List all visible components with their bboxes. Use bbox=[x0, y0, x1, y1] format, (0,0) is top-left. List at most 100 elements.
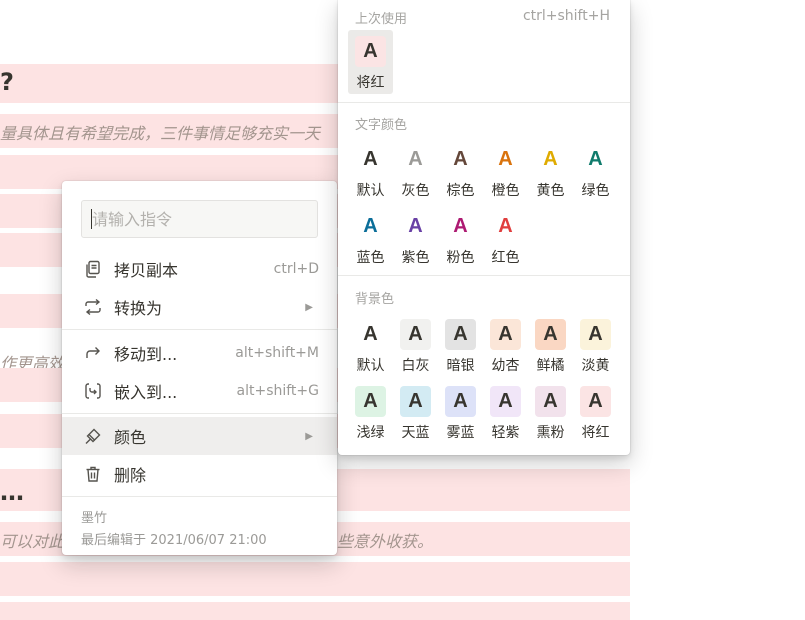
heading-fragment: … bbox=[0, 478, 24, 506]
color-preview-letter: A bbox=[498, 215, 513, 237]
color-name-label: 暗银 bbox=[446, 358, 475, 374]
color-submenu: 上次使用 ctrl+shift+H 文字颜色 背景色 A 将红 A 默认 A 灰色 A 棕色 A… bbox=[338, 0, 630, 455]
color-preview-letter: A bbox=[445, 386, 476, 417]
panel-divider bbox=[338, 102, 630, 103]
color-swatch-bg-1[interactable]: A 白灰 bbox=[393, 313, 438, 377]
embed-icon bbox=[82, 380, 104, 402]
color-swatch-recent-0[interactable]: A 将红 bbox=[348, 30, 393, 94]
italic-paragraph-fragment: 量具体且有希望完成，三件事情足够充实一天 bbox=[0, 124, 321, 143]
duplicate-menu-item[interactable]: 拷贝副本 ctrl+D bbox=[62, 250, 337, 288]
turn-into-menu-item[interactable]: 转换为 ▶ bbox=[62, 288, 337, 326]
color-swatch-bg-8[interactable]: A 雾蓝 bbox=[438, 380, 483, 444]
background-colors-label: 背景色 bbox=[355, 292, 395, 307]
menu-item-label: 颜色 bbox=[114, 428, 147, 447]
text-caret bbox=[91, 209, 92, 229]
color-swatch-bg-7[interactable]: A 天蓝 bbox=[393, 380, 438, 444]
color-swatch-bg-4[interactable]: A 鲜橘 bbox=[528, 313, 573, 377]
color-swatch-text-1[interactable]: A 灰色 bbox=[393, 138, 438, 202]
color-preview-letter: A bbox=[445, 319, 476, 350]
heading-fragment: ? bbox=[0, 68, 14, 96]
delete-menu-item[interactable]: 删除 bbox=[62, 455, 337, 493]
color-swatch-bg-2[interactable]: A 暗银 bbox=[438, 313, 483, 377]
color-name-label: 默认 bbox=[356, 358, 385, 374]
color-name-label: 蓝色 bbox=[356, 250, 385, 266]
paintbrush-icon bbox=[82, 425, 104, 447]
copy-icon bbox=[82, 258, 104, 280]
color-name-label: 幼杏 bbox=[491, 358, 520, 374]
submenu-arrow-icon: ▶ bbox=[305, 430, 313, 442]
color-preview-letter: A bbox=[498, 148, 513, 170]
menu-item-label: 移动到... bbox=[114, 345, 178, 364]
convert-icon bbox=[82, 296, 104, 318]
color-preview-letter: A bbox=[490, 386, 521, 417]
color-menu-item[interactable]: 颜色 ▶ bbox=[62, 417, 337, 455]
color-swatch-text-9[interactable]: A 红色 bbox=[483, 205, 528, 269]
embed-to-menu-item[interactable]: 嵌入到... alt+shift+G bbox=[62, 372, 337, 410]
panel-divider bbox=[338, 275, 630, 276]
menu-item-label: 嵌入到... bbox=[114, 383, 178, 402]
color-preview-letter: A bbox=[580, 319, 611, 350]
color-name-label: 橙色 bbox=[491, 183, 520, 199]
color-swatch-text-3[interactable]: A 橙色 bbox=[483, 138, 528, 202]
color-swatch-text-0[interactable]: A 默认 bbox=[348, 138, 393, 202]
color-preview-letter: A bbox=[453, 215, 468, 237]
text-colors-label: 文字颜色 bbox=[355, 118, 408, 133]
color-preview-letter: A bbox=[363, 215, 378, 237]
color-name-label: 紫色 bbox=[401, 250, 430, 266]
color-preview-letter: A bbox=[588, 148, 603, 170]
color-swatch-bg-10[interactable]: A 熏粉 bbox=[528, 380, 573, 444]
color-name-label: 天蓝 bbox=[401, 425, 430, 441]
color-name-label: 鲜橘 bbox=[536, 358, 565, 374]
color-name-label: 雾蓝 bbox=[446, 425, 475, 441]
color-swatch-text-2[interactable]: A 棕色 bbox=[438, 138, 483, 202]
color-preview-letter: A bbox=[355, 36, 386, 67]
color-preview-letter: A bbox=[400, 386, 431, 417]
menu-item-label: 删除 bbox=[114, 466, 147, 485]
color-swatch-bg-0[interactable]: A 默认 bbox=[348, 313, 393, 377]
menu-item-shortcut: ctrl+D bbox=[273, 261, 319, 277]
color-preview-letter: A bbox=[363, 148, 378, 170]
italic-paragraph-fragment-end: 些意外收获。 bbox=[337, 532, 434, 551]
trash-icon bbox=[82, 463, 104, 485]
color-name-label: 浅绿 bbox=[356, 425, 385, 441]
color-name-label: 将红 bbox=[581, 425, 610, 441]
italic-paragraph-fragment: 可以对此 bbox=[0, 532, 62, 551]
color-preview-letter: A bbox=[400, 319, 431, 350]
color-name-label: 绿色 bbox=[581, 183, 610, 199]
color-preview-letter: A bbox=[408, 148, 423, 170]
color-name-label: 棕色 bbox=[446, 183, 475, 199]
move-arrow-icon bbox=[82, 342, 104, 364]
menu-divider bbox=[62, 329, 337, 330]
color-swatch-bg-5[interactable]: A 淡黄 bbox=[573, 313, 618, 377]
menu-item-label: 转换为 bbox=[114, 299, 163, 318]
color-swatch-bg-11[interactable]: A 将红 bbox=[573, 380, 618, 444]
submenu-arrow-icon: ▶ bbox=[305, 301, 313, 313]
command-search-input[interactable] bbox=[81, 200, 318, 238]
color-swatch-text-8[interactable]: A 粉色 bbox=[438, 205, 483, 269]
color-name-label: 淡黄 bbox=[581, 358, 610, 374]
color-swatch-text-7[interactable]: A 紫色 bbox=[393, 205, 438, 269]
paragraph-block bbox=[0, 562, 630, 596]
color-swatch-text-5[interactable]: A 绿色 bbox=[573, 138, 618, 202]
menu-divider bbox=[62, 413, 337, 414]
color-swatch-text-4[interactable]: A 黄色 bbox=[528, 138, 573, 202]
color-swatch-bg-9[interactable]: A 轻紫 bbox=[483, 380, 528, 444]
color-preview-letter: A bbox=[490, 319, 521, 350]
color-preview-letter: A bbox=[543, 148, 558, 170]
move-to-menu-item[interactable]: 移动到... alt+shift+M bbox=[62, 334, 337, 372]
color-name-label: 红色 bbox=[491, 250, 520, 266]
color-name-label: 灰色 bbox=[401, 183, 430, 199]
color-swatch-bg-3[interactable]: A 幼杏 bbox=[483, 313, 528, 377]
color-preview-letter: A bbox=[535, 386, 566, 417]
recent-colors-label: 上次使用 bbox=[355, 12, 408, 27]
color-swatch-bg-6[interactable]: A 浅绿 bbox=[348, 380, 393, 444]
color-preview-letter: A bbox=[355, 386, 386, 417]
menu-item-shortcut: alt+shift+M bbox=[235, 345, 319, 361]
color-name-label: 轻紫 bbox=[491, 425, 520, 441]
color-preview-letter: A bbox=[453, 148, 468, 170]
menu-divider bbox=[62, 496, 337, 497]
color-preview-letter: A bbox=[355, 319, 386, 350]
color-name-label: 熏粉 bbox=[536, 425, 565, 441]
color-swatch-text-6[interactable]: A 蓝色 bbox=[348, 205, 393, 269]
color-preview-letter: A bbox=[408, 215, 423, 237]
